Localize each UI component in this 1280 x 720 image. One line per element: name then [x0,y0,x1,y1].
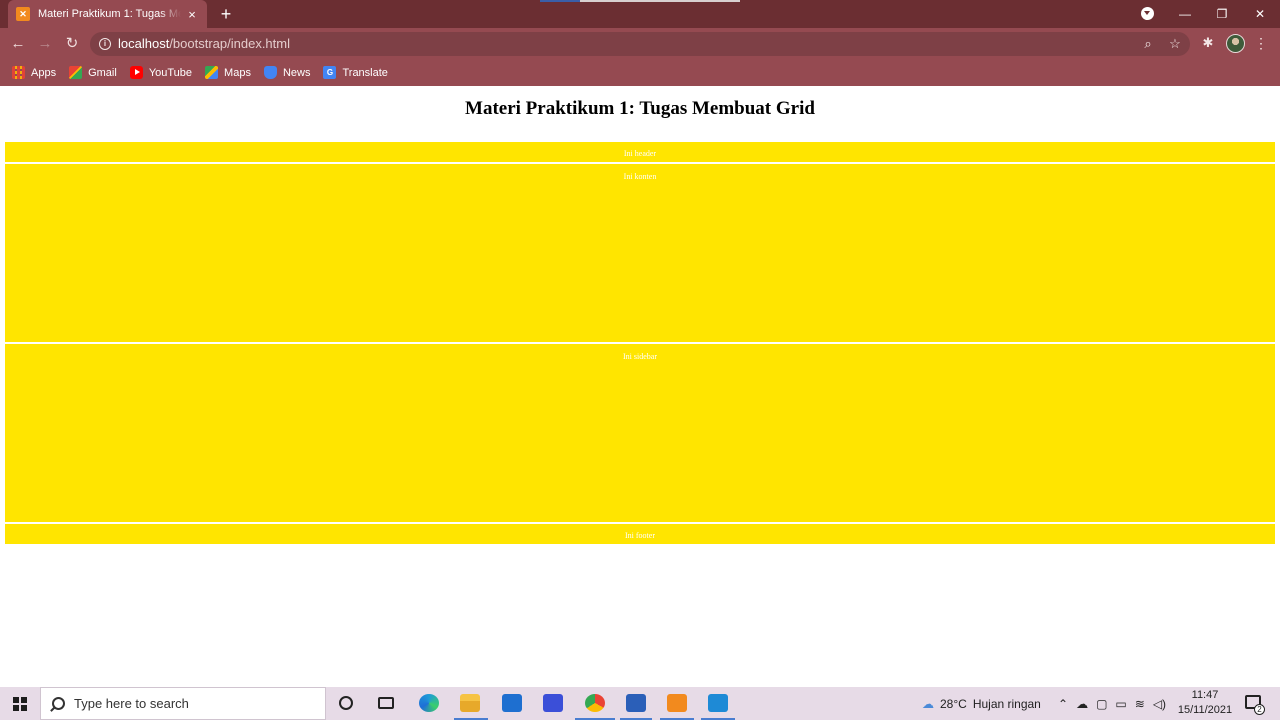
clock-date: 15/11/2021 [1177,704,1233,716]
file-explorer-icon[interactable] [458,692,482,714]
search-icon [52,697,65,710]
close-window-button[interactable]: ✕ [1241,0,1279,28]
notification-count-badge: 2 [1254,704,1265,715]
app-icon[interactable] [541,692,565,714]
extensions-puzzle-icon[interactable]: ✱ [1199,33,1217,53]
bookmark-label: Translate [342,66,388,79]
xampp-favicon-icon: ✕ [16,7,30,21]
news-icon [263,66,277,79]
bookmark-youtube[interactable]: YouTube [129,66,193,79]
wifi-icon[interactable]: ≋ [1135,697,1145,711]
address-bar[interactable]: i localhost/bootstrap/index.html ⌕ ☆ [90,32,1190,56]
zoom-icon[interactable]: ⌕ [1139,35,1157,53]
bookmark-star-icon[interactable]: ☆ [1166,35,1184,53]
edge-icon[interactable] [417,692,441,714]
url-path: /bootstrap/index.html [169,36,290,51]
weather-widget[interactable]: ☁ 28°C Hujan ringan [922,687,1041,720]
bookmark-apps[interactable]: Apps [12,66,56,79]
grid-header: Ini header [5,142,1275,162]
meet-icon[interactable]: ▢ [1096,697,1107,711]
forward-arrow-icon[interactable]: → [35,34,55,54]
browser-menu-icon[interactable]: ⋮ [1254,33,1268,53]
back-arrow-icon[interactable]: ← [8,34,28,54]
maps-icon [205,66,219,79]
start-button[interactable] [0,687,40,720]
taskbar-clock[interactable]: 11:47 15/11/2021 [1174,688,1236,718]
windows-taskbar: Type here to search ☁ 28°C Hujan ringan … [0,687,1280,720]
search-placeholder: Type here to search [74,696,189,711]
bookmark-gmail[interactable]: Gmail [69,66,117,79]
translate-icon: G [323,66,337,79]
url-host: localhost [118,36,170,51]
browser-toolbar: ← → ↻ i localhost/bootstrap/index.html ⌕… [0,28,1280,59]
tab-search-icon[interactable] [1141,7,1154,20]
chrome-icon[interactable] [583,692,607,714]
clock-time: 11:47 [1191,689,1219,701]
onedrive-icon[interactable]: ☁ [1076,697,1088,711]
windows-logo-icon [13,696,27,711]
bookmark-label: News [282,66,311,79]
bookmark-label: Apps [31,66,57,79]
taskbar-search-box[interactable]: Type here to search [40,687,326,720]
bookmark-translate[interactable]: G Translate [323,66,388,79]
tab-title: Materi Praktikum 1: Tugas Membuat Grid [38,8,182,20]
grid-content-text: Ini konten [623,172,657,181]
weather-temp: 28°C [940,696,967,711]
grid-sidebar-text: Ini sidebar [623,352,657,361]
grid-footer-text: Ini footer [625,531,655,540]
loading-indicator [540,0,740,2]
page-title: Materi Praktikum 1: Tugas Membuat Grid [465,98,815,119]
bookmark-news[interactable]: News [263,66,311,79]
tab-close-icon[interactable]: × [185,7,199,22]
tray-icons: ⌃ ☁ ▢ ▭ ≋ ◁) [1058,687,1166,720]
grid-content: Ini konten [5,164,1275,342]
site-info-icon[interactable]: i [99,38,111,50]
page-viewport: Materi Praktikum 1: Tugas Membuat Grid I… [0,86,1280,687]
task-view-icon[interactable] [374,692,398,714]
xampp-icon[interactable] [665,692,689,714]
show-hidden-icons-chevron-icon[interactable]: ⌃ [1058,697,1068,711]
gmail-icon [69,66,83,79]
battery-icon[interactable]: ▭ [1115,697,1126,711]
vscode-icon[interactable] [706,692,730,714]
volume-icon[interactable]: ◁) [1153,697,1166,711]
restore-button[interactable]: ❐ [1203,0,1241,28]
new-tab-button[interactable]: + [217,5,235,23]
browser-tab-strip: ✕ Materi Praktikum 1: Tugas Membuat Grid… [0,0,1280,28]
bookmark-label: YouTube [148,66,193,79]
mail-icon[interactable] [500,692,524,714]
reload-icon[interactable]: ↻ [62,34,82,54]
bookmark-maps[interactable]: Maps [205,66,251,79]
browser-tab-active[interactable]: ✕ Materi Praktikum 1: Tugas Membuat Grid… [8,0,207,28]
bookmark-label: Gmail [88,66,117,79]
youtube-icon [129,66,143,79]
url-text[interactable]: localhost/bootstrap/index.html [118,36,290,51]
profile-avatar[interactable] [1226,34,1245,53]
minimize-button[interactable]: — [1166,0,1204,28]
grid-footer: Ini footer [5,524,1275,544]
grid-header-text: Ini header [623,149,657,158]
word-icon[interactable] [624,692,648,714]
weather-condition: Hujan ringan [972,696,1041,711]
weather-icon: ☁ [922,696,934,711]
apps-grid-icon [12,66,25,79]
bookmark-label: Maps [224,66,251,79]
cortana-icon[interactable] [334,692,358,714]
bookmarks-bar: Apps Gmail YouTube Maps News G Translate [0,59,1280,86]
grid-sidebar: Ini sidebar [5,344,1275,522]
